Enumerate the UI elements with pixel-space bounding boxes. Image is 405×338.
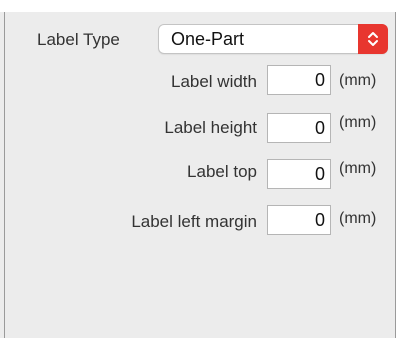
- label-height-unit: (mm): [339, 114, 377, 131]
- label-width-unit: (mm): [339, 72, 377, 89]
- label-height-label: Label height: [164, 118, 257, 137]
- right-margin: [396, 12, 405, 338]
- label-left-margin-field[interactable]: 0: [267, 205, 331, 235]
- label-left-margin-unit: (mm): [339, 210, 377, 227]
- label-width-field[interactable]: 0: [267, 65, 331, 95]
- label-type-label: Label Type: [37, 30, 120, 49]
- label-top-label: Label top: [187, 162, 257, 181]
- top-strip: [0, 0, 405, 12]
- label-type-select[interactable]: One-Part: [158, 24, 388, 54]
- label-left-margin-label: Label left margin: [131, 212, 257, 231]
- select-stepper[interactable]: [358, 24, 388, 54]
- label-top-unit: (mm): [339, 160, 377, 177]
- label-top-field[interactable]: 0: [267, 159, 331, 189]
- label-type-selected-value: One-Part: [171, 29, 245, 49]
- label-width-label: Label width: [170, 72, 257, 91]
- label-height-field[interactable]: 0: [267, 113, 331, 143]
- up-down-chevron-icon: [368, 32, 378, 46]
